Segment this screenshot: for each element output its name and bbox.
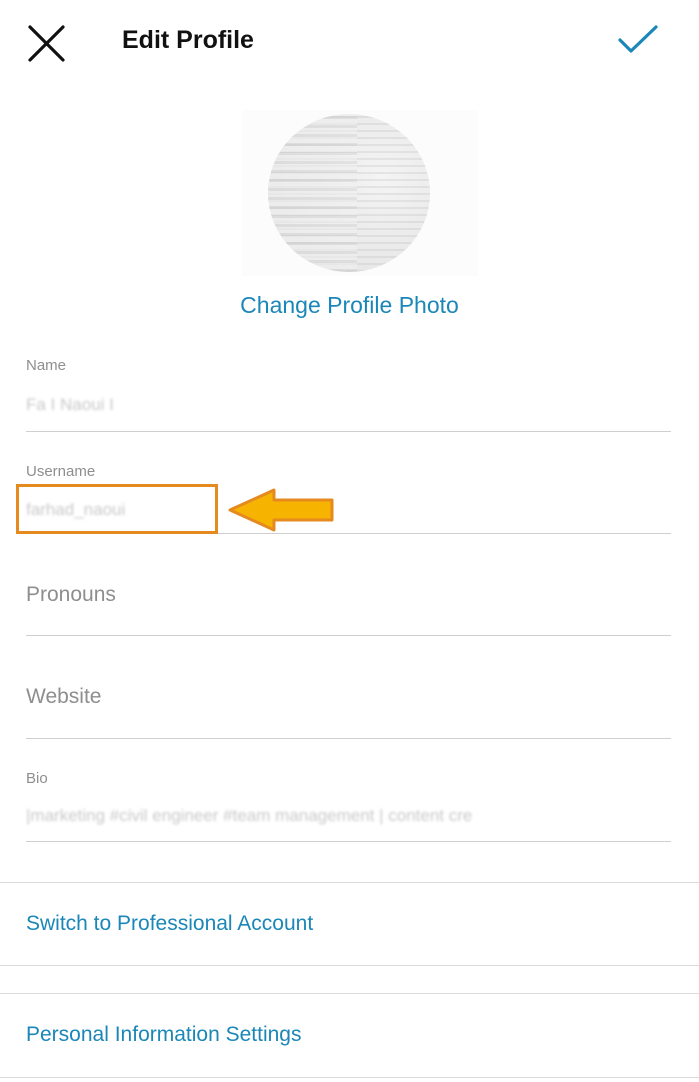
change-profile-photo-link[interactable]: Change Profile Photo [0,292,699,319]
close-icon [28,25,65,62]
confirm-button[interactable] [614,20,662,60]
bio-field[interactable]: Bio |marketing #civil engineer #team man… [26,764,671,842]
page-title: Edit Profile [122,26,254,54]
pronouns-placeholder: Pronouns [26,583,116,606]
avatar[interactable] [268,114,430,272]
name-label: Name [26,357,67,374]
close-button[interactable] [24,20,70,66]
bio-label: Bio [26,770,48,787]
divider [0,965,699,966]
checkmark-icon [618,25,658,53]
left-arrow-annotation-icon [228,488,334,532]
header: Edit Profile [0,0,699,84]
divider [0,993,699,994]
edit-profile-screen: Edit Profile Change Profile Photo Name F… [0,0,699,1082]
website-field[interactable]: Website [26,662,671,739]
username-highlight-box [16,484,218,534]
profile-photo-area [242,110,478,276]
name-value[interactable]: Fa I Naoui I [26,395,296,415]
bio-value[interactable]: |marketing #civil engineer #team managem… [26,806,671,826]
switch-professional-account-link[interactable]: Switch to Professional Account [26,912,313,936]
divider [0,882,699,883]
divider [0,1077,699,1078]
personal-information-settings-link[interactable]: Personal Information Settings [26,1023,301,1047]
name-field[interactable]: Name Fa I Naoui I [26,350,671,432]
website-placeholder: Website [26,685,102,708]
pronouns-field[interactable]: Pronouns [26,560,671,636]
username-label: Username [26,463,96,480]
